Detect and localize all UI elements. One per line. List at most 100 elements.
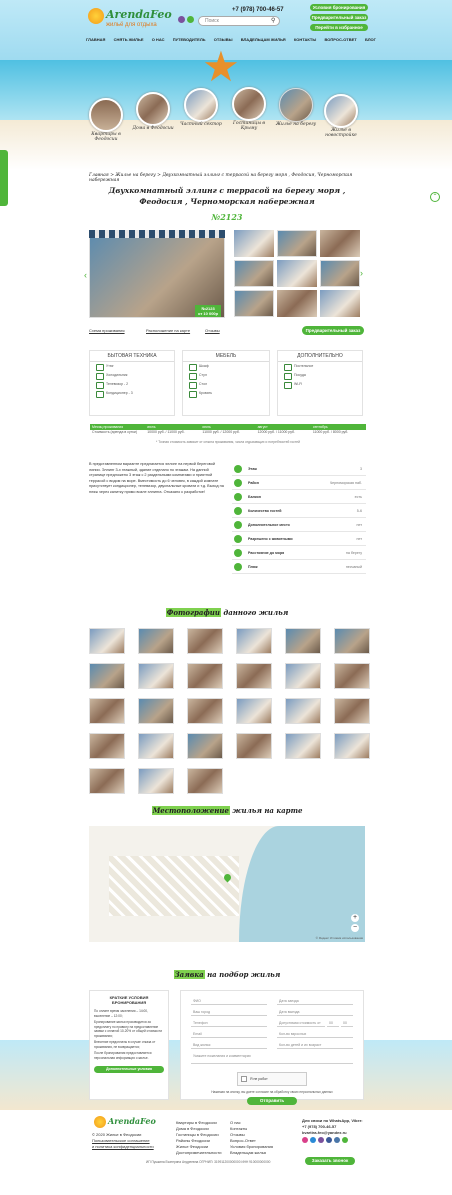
category-private[interactable]: Частный сектор xyxy=(180,88,223,127)
scheme-link[interactable]: Схема проживания xyxy=(89,328,125,333)
search-icon[interactable]: ⚲ xyxy=(271,17,275,24)
photo[interactable] xyxy=(138,628,174,654)
nav-contacts[interactable]: КОНТАКТЫ xyxy=(294,37,316,43)
scroll-top-icon[interactable]: ⌃ xyxy=(430,192,440,202)
housing-type-select[interactable]: Вид жилья xyxy=(191,1041,267,1049)
thumbnail[interactable] xyxy=(234,230,274,257)
photo[interactable] xyxy=(187,768,223,794)
photo[interactable] xyxy=(334,628,370,654)
children-input[interactable]: Кол-во детей и их возраст xyxy=(277,1041,353,1049)
nav-home[interactable]: ГЛАВНАЯ xyxy=(86,37,105,43)
zoom-out-icon[interactable]: − xyxy=(351,924,359,932)
nav-blog[interactable]: БЛОГ xyxy=(365,37,376,43)
photo[interactable] xyxy=(138,733,174,759)
photo[interactable] xyxy=(334,698,370,724)
gallery-next-icon[interactable]: › xyxy=(360,268,363,278)
reviews-link[interactable]: Отзывы xyxy=(205,328,220,333)
photo[interactable] xyxy=(89,698,125,724)
checkout-input[interactable]: Дата выезда xyxy=(277,1008,353,1016)
photo[interactable] xyxy=(285,698,321,724)
instagram-icon[interactable] xyxy=(302,1137,308,1143)
photo[interactable] xyxy=(187,733,223,759)
phone-input[interactable]: Телефон xyxy=(191,1019,267,1027)
whatsapp-icon[interactable] xyxy=(187,16,194,23)
privacy-link[interactable]: и политика конфиденциальности xyxy=(92,1144,154,1150)
location-link[interactable]: Расположение на карте xyxy=(146,328,190,333)
category-houses[interactable]: Дома в Феодосии xyxy=(132,92,175,131)
photo[interactable] xyxy=(236,733,272,759)
header-phone[interactable]: +7 (978) 700-46-57 xyxy=(232,7,284,13)
telegram-icon[interactable] xyxy=(310,1137,316,1143)
favorites-button[interactable]: Перейти в избранное xyxy=(310,24,368,31)
whatsapp-icon[interactable] xyxy=(342,1137,348,1143)
nav-owners[interactable]: ВЛАДЕЛЬЦАМ ЖИЛЬЯ xyxy=(241,37,286,43)
price-note: * Точная стоимость зависит от сезона про… xyxy=(156,440,300,444)
side-tab[interactable] xyxy=(0,150,8,206)
name-input[interactable]: ФИО xyxy=(191,997,267,1005)
callback-button[interactable]: Заказать звонок xyxy=(305,1157,355,1165)
thumbnail[interactable] xyxy=(234,260,274,287)
footer-email[interactable]: kvartira-feo@yandex.ru xyxy=(302,1130,363,1136)
search-input[interactable]: Поиск xyxy=(198,16,280,26)
photo[interactable] xyxy=(285,663,321,689)
preorder-cta-button[interactable]: Предварительный заказ xyxy=(302,326,364,335)
photo[interactable] xyxy=(285,733,321,759)
photo[interactable] xyxy=(334,733,370,759)
thumbnail[interactable] xyxy=(234,290,274,317)
adults-input[interactable]: Кол-во взрослых xyxy=(277,1030,353,1038)
map[interactable]: + − © Яндекс Условия использования xyxy=(89,826,365,942)
photo[interactable] xyxy=(187,628,223,654)
facebook-icon[interactable] xyxy=(326,1137,332,1143)
zoom-in-icon[interactable]: + xyxy=(351,914,359,922)
photo[interactable] xyxy=(334,663,370,689)
captcha-checkbox[interactable] xyxy=(241,1076,247,1082)
footer-logo[interactable]: ArendaFeo xyxy=(108,1116,156,1126)
thumbnail[interactable] xyxy=(320,290,360,317)
photo[interactable] xyxy=(138,698,174,724)
map-city xyxy=(109,856,239,916)
breadcrumb[interactable]: Главная > Жилье на берегу > Двухкомнатны… xyxy=(89,173,369,183)
thumbnail[interactable] xyxy=(277,290,317,317)
booking-terms-button[interactable]: Условия бронирования xyxy=(310,4,368,11)
photo[interactable] xyxy=(187,698,223,724)
email-input[interactable]: Email xyxy=(191,1030,267,1038)
thumbnail[interactable] xyxy=(277,260,317,287)
category-newbuild[interactable]: Жилье в новостройке xyxy=(324,94,363,138)
checkin-input[interactable]: Дата заезда xyxy=(277,997,353,1005)
category-beach[interactable]: Жилье на берегу xyxy=(276,88,318,127)
gallery-prev-icon[interactable]: ‹ xyxy=(84,270,87,280)
booking-terms-more-button[interactable]: Дополнительные условия бронирования xyxy=(94,1066,164,1078)
photo[interactable] xyxy=(138,663,174,689)
photo[interactable] xyxy=(285,628,321,654)
nav-faq[interactable]: ВОПРОС-ОТВЕТ xyxy=(324,37,356,43)
photo[interactable] xyxy=(187,663,223,689)
photo[interactable] xyxy=(236,628,272,654)
city-input[interactable]: Ваш город xyxy=(191,1008,267,1016)
footer-link[interactable]: Достопримечательности xyxy=(176,1150,221,1156)
category-hotels[interactable]: Гостиницы в Крыму xyxy=(232,87,271,131)
nav-rent[interactable]: СНЯТЬ ЖИЛЬЕ xyxy=(114,37,144,43)
photo[interactable] xyxy=(89,663,125,689)
submit-button[interactable]: Отправить xyxy=(247,1097,297,1105)
photo[interactable] xyxy=(236,663,272,689)
thumbnail[interactable] xyxy=(277,230,317,257)
photo[interactable] xyxy=(89,733,125,759)
viber-icon[interactable] xyxy=(318,1137,324,1143)
thumbnail[interactable] xyxy=(320,230,360,257)
category-flats[interactable]: Квартиры в Феодосии xyxy=(89,98,128,142)
vk-icon[interactable] xyxy=(334,1137,340,1143)
photo[interactable] xyxy=(89,628,125,654)
logo[interactable]: ArendaFeo жильё для отдыха xyxy=(86,6,172,32)
preorder-button[interactable]: Предварительный заказ xyxy=(310,14,368,21)
budget-max-input[interactable]: 00 xyxy=(341,1019,353,1027)
photo[interactable] xyxy=(89,768,125,794)
budget-min-input[interactable]: 00 xyxy=(327,1019,339,1027)
photo[interactable] xyxy=(138,768,174,794)
footer-link[interactable]: Владельцам жилья xyxy=(230,1150,273,1156)
nav-about[interactable]: О НАС xyxy=(152,37,165,43)
photo[interactable] xyxy=(236,698,272,724)
thumbnail[interactable] xyxy=(320,260,360,287)
comment-textarea[interactable]: Укажите пожелания и комментарии xyxy=(191,1052,353,1064)
viber-icon[interactable] xyxy=(178,16,185,23)
captcha[interactable]: Я не робот xyxy=(237,1072,307,1086)
